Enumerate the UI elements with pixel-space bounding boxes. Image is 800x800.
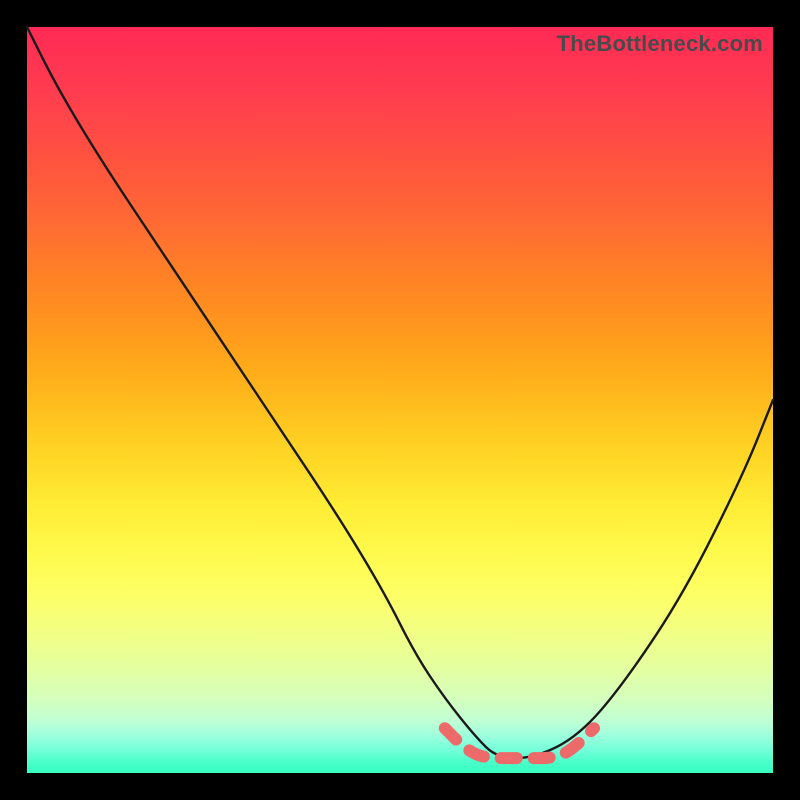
chart-frame: TheBottleneck.com [0, 0, 800, 800]
optimal-range-marker [445, 728, 594, 758]
plot-area: TheBottleneck.com [27, 27, 773, 773]
bottleneck-curve [27, 27, 773, 758]
chart-overlay [27, 27, 773, 773]
